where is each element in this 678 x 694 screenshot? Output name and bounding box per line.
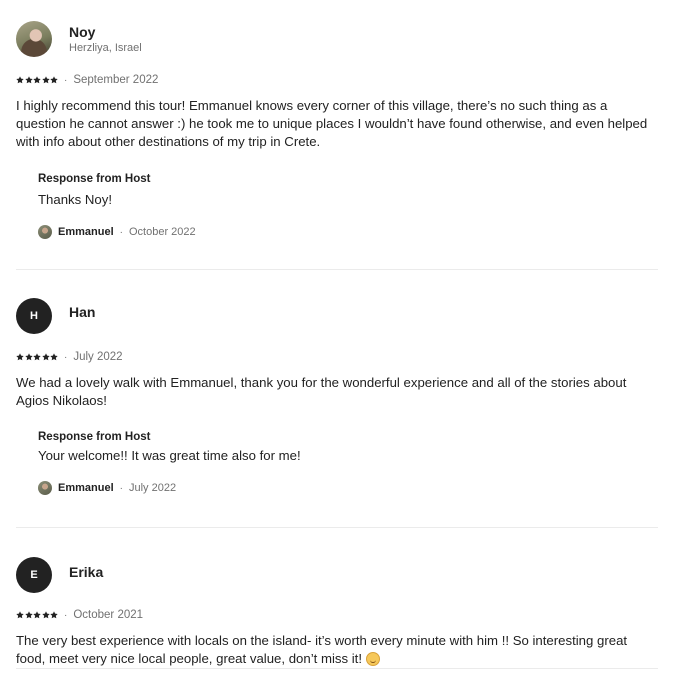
star-icon [24,353,33,361]
reviewer-name[interactable]: Erika [69,564,103,581]
response-date: October 2022 [128,226,196,238]
response-title: Response from Host [38,173,151,185]
reviewer-avatar[interactable]: H [16,298,52,334]
host-signature: Emmanuel · October 2022 [38,224,658,240]
review-text-body: The very best experience with locals on … [16,633,628,666]
star-icon [50,353,58,361]
review-date: July 2022 [73,351,123,363]
review-date: October 2021 [73,609,144,621]
separator-dot: · [119,226,123,238]
star-icon [50,611,58,619]
star-icon [24,76,33,84]
review-text: The very best experience with locals on … [16,632,658,668]
rating-stars [16,353,58,361]
reviewer-name[interactable]: Han [69,304,95,321]
host-avatar[interactable] [38,225,52,239]
star-icon [33,353,41,361]
star-icon [33,76,41,84]
host-name[interactable]: Emmanuel [58,226,114,238]
review-card: E Erika · October 2021 The very best exp… [16,528,658,669]
reviewer-avatar[interactable]: E [16,557,52,593]
reviewer-location: Herzliya, Israel [69,41,142,54]
star-icon [16,353,24,361]
review-header: H Han [16,297,658,335]
review-meta: · July 2022 [16,349,658,365]
review-header: E Erika [16,556,658,594]
host-signature: Emmanuel · July 2022 [38,480,658,496]
host-response: Response from Host Thanks Noy! Emmanuel … [38,172,658,240]
separator-dot: · [64,609,68,621]
review-text: We had a lovely walk with Emmanuel, than… [16,375,627,408]
host-name[interactable]: Emmanuel [58,482,114,494]
star-icon [16,76,24,84]
star-icon [33,611,41,619]
host-avatar[interactable] [38,481,52,495]
response-date: July 2022 [128,482,177,494]
review-date: September 2022 [73,74,159,86]
rating-stars [16,611,58,619]
star-icon [16,611,24,619]
review-meta: · September 2022 [16,72,658,88]
separator-dot: · [64,74,68,86]
star-icon [41,353,50,361]
review-card: H Han · July 2022 We had a lovely walk w… [16,270,658,528]
reviewer-avatar[interactable] [16,21,52,57]
review-text: I highly recommend this tour! Emmanuel k… [16,98,648,149]
star-icon [41,76,50,84]
response-text: Your welcome!! It was great time also fo… [38,448,301,463]
response-text: Thanks Noy! [38,192,113,207]
star-icon [41,611,50,619]
reviewer-name[interactable]: Noy [69,24,142,41]
separator-dot: · [119,482,123,494]
star-icon [24,611,33,619]
smiling-face-emoji-icon [365,652,380,666]
host-response: Response from Host Your welcome!! It was… [38,430,658,496]
review-header: Noy Herzliya, Israel [16,20,658,58]
rating-stars [16,76,58,84]
separator-dot: · [64,351,68,363]
response-title: Response from Host [38,431,151,443]
star-icon [50,76,58,84]
review-meta: · October 2021 [16,607,658,623]
review-card: Noy Herzliya, Israel · September 2022 I … [16,0,658,270]
